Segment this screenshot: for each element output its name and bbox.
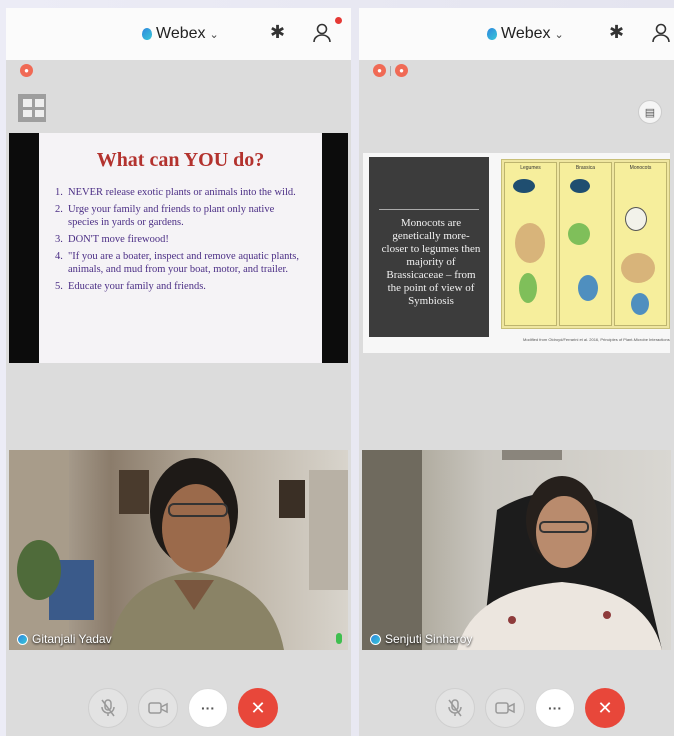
- right-phone-screen: Webex ⌄ ✱ ● ● ▤ Monocots are genetically…: [359, 8, 674, 736]
- chevron-down-icon: ⌄: [554, 28, 564, 41]
- webex-logo-icon: [142, 28, 152, 40]
- brand-label: Webex: [156, 25, 206, 42]
- brand-label: Webex: [501, 25, 551, 42]
- microphone-muted-icon: [101, 699, 115, 717]
- webex-user-icon: [17, 633, 28, 645]
- divider: [379, 209, 479, 210]
- active-mic-icon: [336, 633, 342, 644]
- participants-icon[interactable]: [651, 22, 673, 44]
- video-camera-icon: [148, 702, 168, 714]
- recording-icon: ●: [20, 64, 33, 77]
- presentation-slide: What can YOU do? 1. NEVER release exotic …: [39, 133, 322, 363]
- bluetooth-icon[interactable]: ✱: [270, 22, 285, 43]
- list-item: 1. NEVER release exotic plants or animals…: [55, 187, 296, 198]
- video-button[interactable]: [138, 688, 178, 728]
- end-call-button[interactable]: ✕: [238, 688, 278, 728]
- screenshot-canvas: Webex ⌄ ✱ ● What can YOU do? 1. NEVER rel…: [0, 0, 674, 736]
- layout-switch-button[interactable]: ▤: [638, 100, 662, 124]
- participant-name-tag: Senjuti Sinharoy: [370, 632, 472, 646]
- more-options-button[interactable]: ···: [188, 688, 228, 728]
- video-frame-illustration: [362, 450, 662, 650]
- webex-switcher[interactable]: Webex ⌄: [487, 25, 564, 43]
- comic-panel: Brassica: [559, 162, 612, 326]
- participant-video-tile[interactable]: Senjuti Sinharoy: [362, 450, 671, 650]
- recording-indicator: ● ●: [373, 64, 408, 77]
- call-controls: ··· ✕: [88, 688, 278, 728]
- chevron-down-icon: ⌄: [209, 28, 219, 41]
- slide-card-text: Monocots are genetically more-closer to …: [381, 217, 481, 307]
- end-call-button[interactable]: ✕: [585, 688, 625, 728]
- lock-icon: ●: [395, 64, 408, 77]
- participant-name: Senjuti Sinharoy: [385, 632, 473, 646]
- top-bar: Webex ⌄ ✱: [359, 8, 674, 60]
- mute-button[interactable]: [435, 688, 475, 728]
- participant-name: Gitanjali Yadav: [32, 632, 112, 646]
- mute-button[interactable]: [88, 688, 128, 728]
- call-controls: ··· ✕: [435, 688, 625, 728]
- recording-indicator: ●: [20, 64, 33, 77]
- participants-icon[interactable]: [312, 22, 334, 44]
- left-phone-screen: Webex ⌄ ✱ ● What can YOU do? 1. NEVER rel…: [6, 8, 351, 736]
- webex-switcher[interactable]: Webex ⌄: [142, 25, 219, 43]
- comic-panel: Legumes: [504, 162, 557, 326]
- slide-text-card: Monocots are genetically more-closer to …: [369, 157, 489, 337]
- notification-dot: [335, 17, 342, 24]
- comic-panel: Monocots: [614, 162, 667, 326]
- divider: [390, 65, 391, 76]
- grid-view-button[interactable]: [18, 94, 46, 122]
- list-item: 4. "If you are a boater, inspect and remo…: [55, 251, 299, 275]
- microphone-muted-icon: [448, 699, 462, 717]
- list-item: 2. Urge your family and friends to plant …: [55, 204, 275, 228]
- shared-content-area: What can YOU do? 1. NEVER release exotic …: [9, 133, 348, 363]
- video-frame-illustration: [9, 450, 348, 650]
- slide-bullet-list: 1. NEVER release exotic plants or animals…: [55, 186, 304, 293]
- list-item: 5. Educate your family and friends.: [55, 281, 206, 292]
- figure-caption: Modified from Oldroyd/Ferrarini et al. 2…: [523, 337, 670, 342]
- comic-figure: Legumes Brassica Monocots: [501, 159, 670, 329]
- webex-logo-icon: [487, 28, 497, 40]
- video-button[interactable]: [485, 688, 525, 728]
- bluetooth-icon[interactable]: ✱: [609, 22, 624, 43]
- video-camera-icon: [495, 702, 515, 714]
- recording-icon: ●: [373, 64, 386, 77]
- participant-name-tag: Gitanjali Yadav: [17, 632, 112, 646]
- list-item: 3. DON'T move firewood!: [55, 234, 169, 245]
- slide-title: What can YOU do?: [96, 149, 265, 171]
- presentation-slide: Monocots are genetically more-closer to …: [363, 153, 670, 353]
- webex-user-icon: [370, 633, 381, 645]
- participant-video-tile[interactable]: Gitanjali Yadav: [9, 450, 348, 650]
- top-bar: Webex ⌄ ✱: [6, 8, 351, 60]
- more-options-button[interactable]: ···: [535, 688, 575, 728]
